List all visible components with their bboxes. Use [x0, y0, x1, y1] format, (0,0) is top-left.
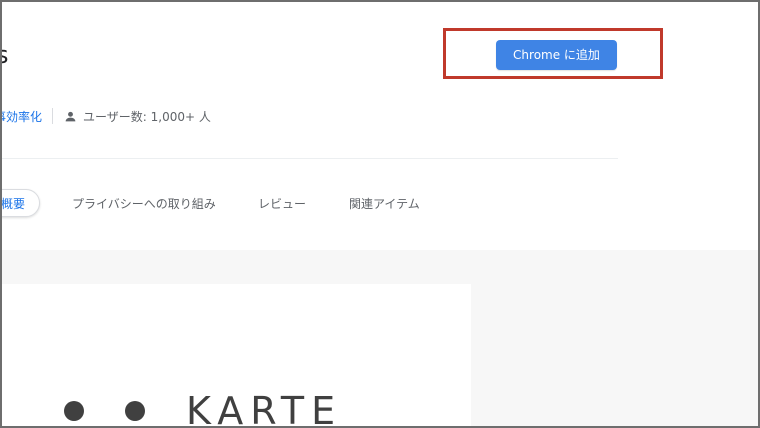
- header-divider: [2, 158, 618, 159]
- detail-tabs: 概要 プライバシーへの取り組み レビュー 関連アイテム: [2, 189, 758, 221]
- extension-meta-row: 事効率化 ユーザー数: 1,000+ 人: [2, 105, 211, 127]
- user-count: ユーザー数: 1,000+ 人: [83, 109, 211, 124]
- category-link[interactable]: 事効率化: [2, 108, 42, 125]
- person-icon: [63, 109, 77, 123]
- karte-logo: KARTE: [64, 389, 343, 428]
- logo-dot: [125, 401, 145, 421]
- tab-privacy[interactable]: プライバシーへの取り組み: [72, 189, 216, 219]
- tab-related-items[interactable]: 関連アイテム: [349, 189, 420, 219]
- browser-viewport: s Chrome に追加 事効率化 ユーザー数: 1,000+ 人 概要 プライ…: [0, 0, 760, 428]
- annotation-highlight-box: [443, 28, 663, 79]
- tab-overview[interactable]: 概要: [2, 189, 40, 217]
- meta-divider: [52, 108, 54, 124]
- extension-header: s Chrome に追加 事効率化 ユーザー数: 1,000+ 人 概要 プライ…: [2, 2, 758, 250]
- extension-title: s: [2, 40, 9, 70]
- tab-reviews[interactable]: レビュー: [258, 189, 306, 219]
- logo-dot: [64, 401, 84, 421]
- logo-wordmark: KARTE: [186, 389, 343, 428]
